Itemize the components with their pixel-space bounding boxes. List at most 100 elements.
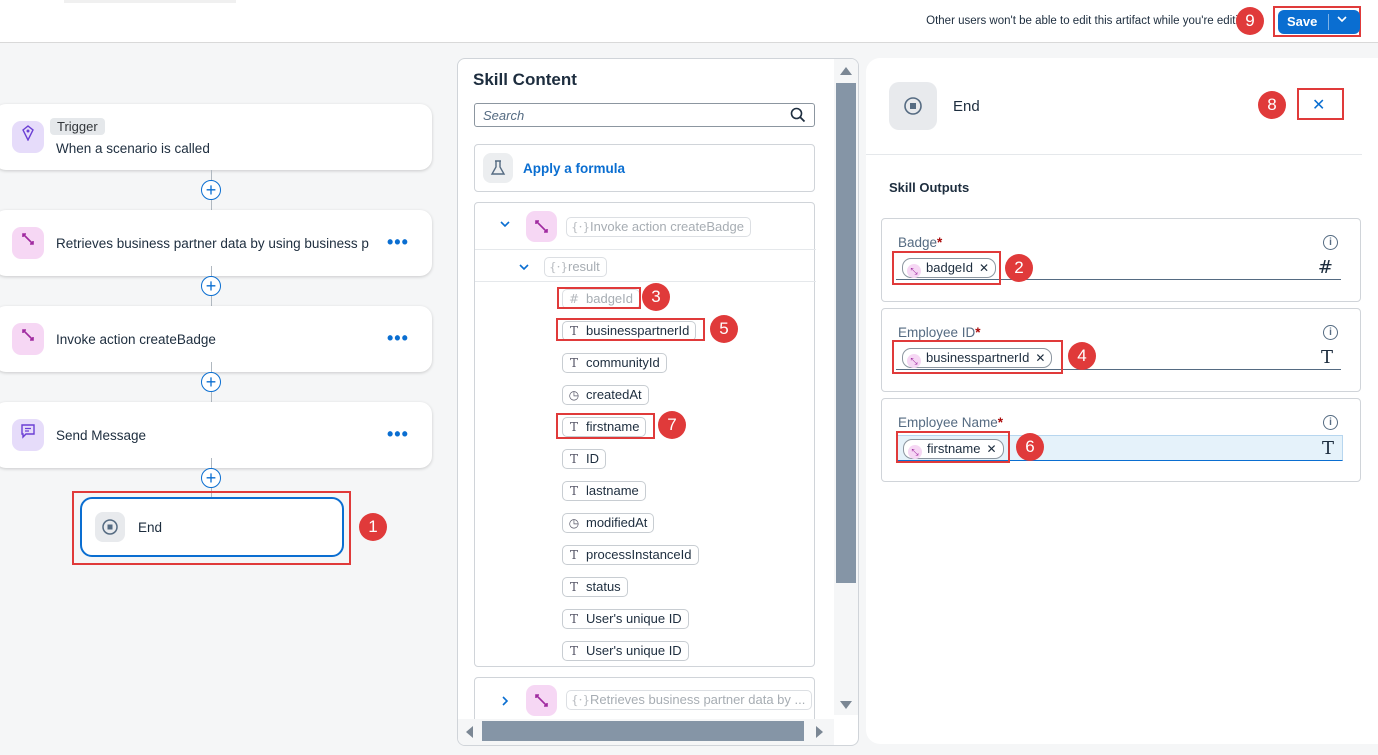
apply-formula-row[interactable]: Apply a formula — [474, 144, 815, 192]
panel-title: End — [953, 98, 980, 115]
field-label: Employee ID* — [898, 325, 981, 340]
divider — [475, 249, 816, 250]
field-pill-communityid[interactable]: TcommunityId — [562, 353, 667, 373]
list-item: T ID — [562, 449, 812, 481]
save-button[interactable]: Save — [1278, 10, 1360, 34]
field-pill-user-unique-id[interactable]: T User's unique ID — [562, 609, 689, 629]
scrollbar-thumb[interactable] — [836, 83, 856, 583]
list-item: T User's unique ID — [562, 609, 812, 641]
more-options-icon[interactable]: ••• — [387, 424, 409, 445]
callout-6: 6 — [1016, 433, 1044, 461]
field-pill-id[interactable]: T ID — [562, 449, 606, 469]
text-type-icon: T — [569, 484, 578, 498]
callout-7: 7 — [658, 411, 686, 439]
list-item: TprocessInstanceId — [562, 545, 812, 577]
action-icon — [526, 685, 557, 716]
chevron-down-icon[interactable] — [518, 260, 530, 278]
text-type-icon: T — [569, 612, 578, 626]
add-step-button[interactable]: + — [201, 276, 221, 296]
callout-5: 5 — [710, 315, 738, 343]
chevron-down-icon[interactable] — [499, 217, 511, 235]
field-list: # badgeId TbusinesspartnerId TcommunityId… — [562, 289, 812, 673]
info-icon[interactable]: i — [1323, 235, 1338, 250]
field-pill-lastname[interactable]: Tlastname — [562, 481, 646, 501]
more-options-icon[interactable]: ••• — [387, 328, 409, 349]
add-step-button[interactable]: + — [201, 468, 221, 488]
add-step-button[interactable]: + — [201, 372, 221, 392]
employee-name-highlight — [896, 431, 1010, 463]
trigger-card[interactable]: Trigger When a scenario is called — [0, 104, 432, 170]
info-icon[interactable]: i — [1323, 415, 1338, 430]
field-label: lastname — [586, 483, 639, 498]
callout-2: 2 — [1005, 254, 1033, 282]
action-icon — [12, 323, 44, 355]
braces-icon: {·} — [571, 693, 591, 707]
chevron-right-icon[interactable] — [499, 694, 511, 712]
field-pill-status[interactable]: Tstatus — [562, 577, 628, 597]
stop-icon — [95, 512, 125, 542]
required-marker: * — [997, 415, 1004, 430]
apply-formula-label: Apply a formula — [523, 161, 626, 176]
label-text: Employee ID — [898, 325, 976, 340]
search-icon[interactable] — [790, 107, 806, 128]
more-options-icon[interactable]: ••• — [387, 232, 409, 253]
number-type-icon[interactable]: # — [1318, 257, 1333, 278]
text-type-icon: T — [569, 356, 578, 370]
step-card-invoke[interactable]: Invoke action createBadge ••• — [0, 306, 432, 372]
text-type-icon: T — [569, 452, 578, 466]
field-pill-modifiedat[interactable]: ◷ modifiedAt — [562, 513, 655, 533]
step-label: Invoke action createBadge — [56, 332, 216, 347]
tab-strip — [64, 0, 236, 3]
group-pill[interactable]: {·}Retrieves business partner data by ..… — [566, 690, 813, 710]
search-field[interactable]: Search — [474, 103, 815, 127]
save-label: Save — [1287, 14, 1318, 29]
scroll-left-icon[interactable] — [466, 726, 473, 738]
horizontal-scrollbar[interactable] — [458, 719, 834, 745]
divider — [866, 154, 1362, 155]
scroll-down-icon[interactable] — [840, 701, 852, 709]
list-item: TcommunityId — [562, 353, 812, 385]
end-card[interactable]: End — [80, 497, 344, 557]
field-pill-user-unique-id-2[interactable]: T User's unique ID — [562, 641, 689, 661]
trigger-diamond-icon — [12, 121, 44, 153]
badgeid-highlight — [557, 287, 641, 309]
close-icon[interactable]: ✕ — [1312, 95, 1325, 115]
step-label: Retrieves business partner data by using… — [56, 236, 369, 251]
badge-highlight — [892, 251, 1001, 285]
skill-content-title: Skill Content — [473, 70, 577, 89]
text-type-icon[interactable]: T — [1321, 347, 1333, 368]
step-card-message[interactable]: Send Message ••• — [0, 402, 432, 468]
text-type-icon: T — [569, 580, 578, 594]
scrollbar-thumb[interactable] — [482, 721, 804, 741]
end-label: End — [138, 520, 163, 535]
field-pill-processinstanceid[interactable]: TprocessInstanceId — [562, 545, 699, 565]
result-pill[interactable]: {·}result — [544, 257, 607, 277]
braces-icon: {·} — [549, 260, 569, 274]
divider — [475, 281, 816, 282]
required-marker: * — [937, 235, 943, 250]
field-pill-createdat[interactable]: ◷ createdAt — [562, 385, 649, 405]
firstname-highlight — [556, 413, 655, 439]
scroll-up-icon[interactable] — [840, 67, 852, 75]
step-label: Send Message — [56, 428, 147, 443]
callout-3: 3 — [642, 283, 670, 311]
group-pill[interactable]: {·}Invoke action createBadge — [566, 217, 751, 237]
text-type-icon: T — [569, 644, 578, 658]
step-card-retrieve[interactable]: Retrieves business partner data by using… — [0, 210, 432, 276]
save-separator — [1328, 14, 1329, 30]
field-label: Badge* — [898, 235, 942, 250]
add-step-button[interactable]: + — [201, 180, 221, 200]
text-type-icon[interactable]: T — [1322, 438, 1334, 459]
message-icon — [12, 419, 44, 451]
chevron-down-icon[interactable] — [1336, 13, 1348, 28]
callout-9: 9 — [1236, 7, 1264, 35]
action-icon — [526, 211, 557, 242]
trigger-text: When a scenario is called — [56, 141, 210, 156]
vertical-scrollbar[interactable] — [834, 59, 858, 715]
callout-8: 8 — [1258, 91, 1286, 119]
info-icon[interactable]: i — [1323, 325, 1338, 340]
scroll-right-icon[interactable] — [816, 726, 823, 738]
group-label: Invoke action createBadge — [590, 219, 744, 234]
clock-icon: ◷ — [568, 516, 580, 530]
field-label: User's unique ID — [586, 643, 682, 658]
